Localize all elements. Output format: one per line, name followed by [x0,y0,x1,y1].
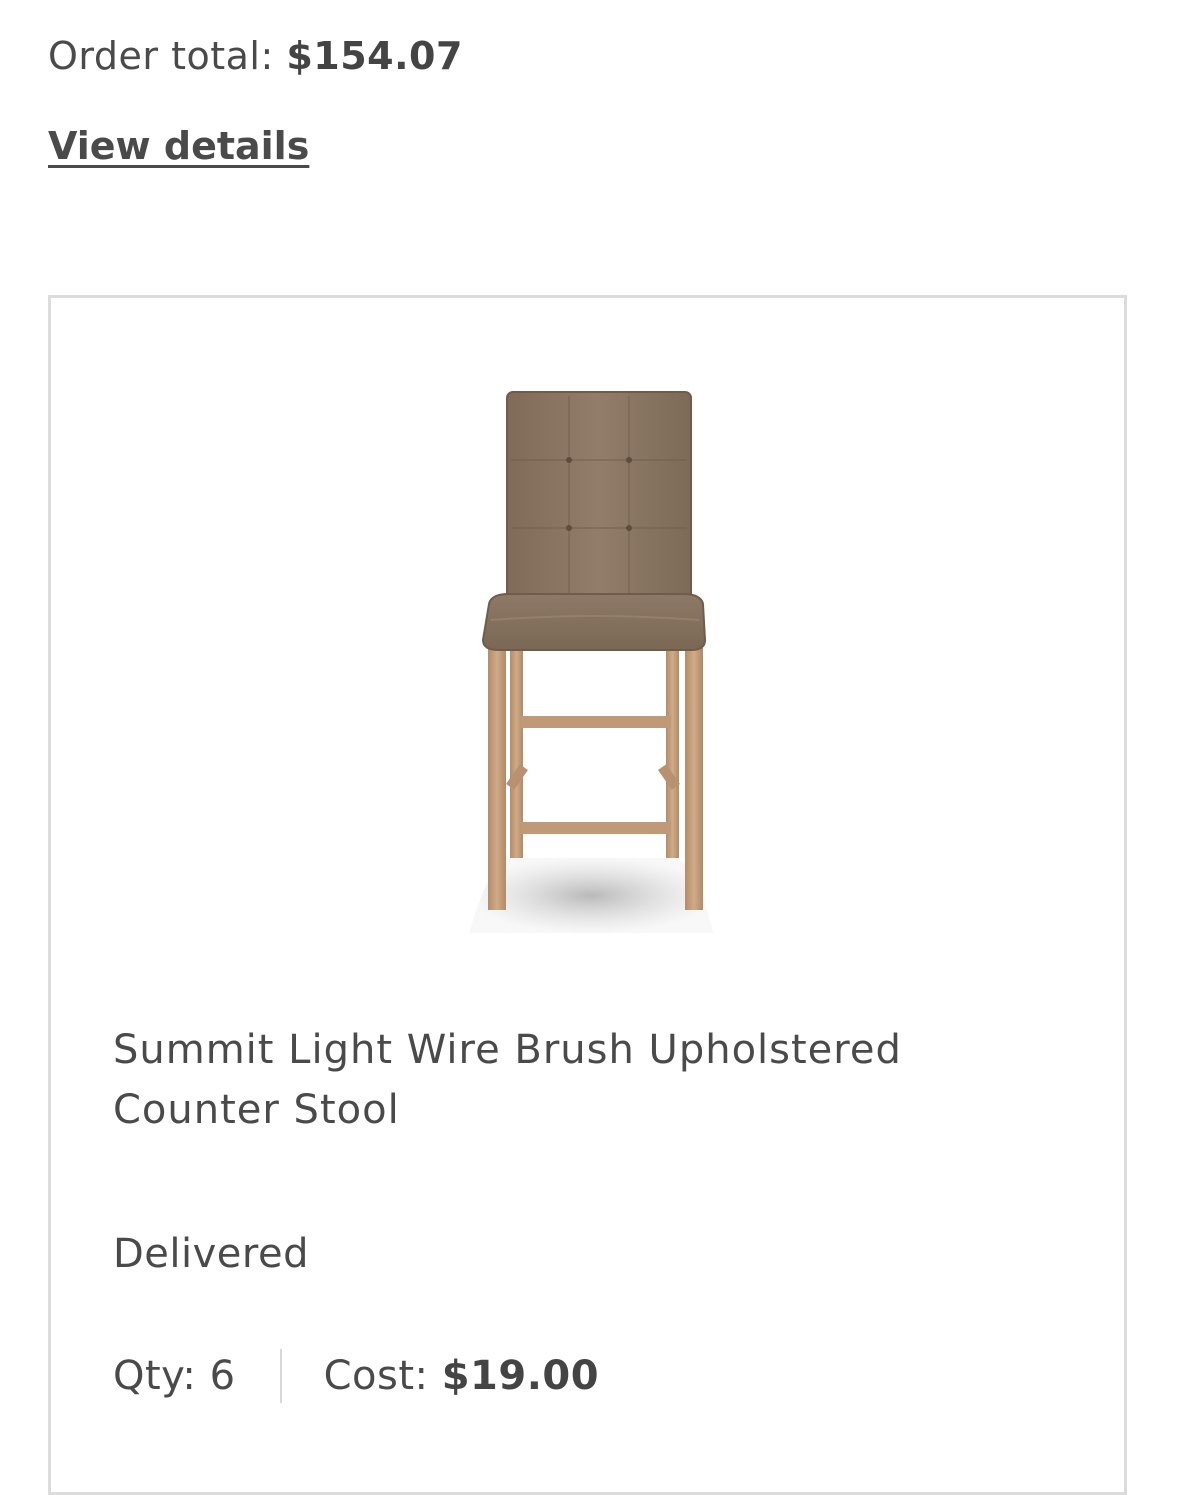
order-total: Order total: $154.07 [48,30,463,82]
item-meta-row: Qty: 6 Cost: $19.00 [113,1346,599,1406]
order-total-label: Order total: [48,34,274,78]
cost-value: $19.00 [441,1353,600,1399]
qty-value: 6 [209,1353,236,1399]
view-details-link[interactable]: View details [48,120,309,172]
meta-divider [279,1349,282,1403]
product-image [469,391,713,933]
order-item-card: Summit Light Wire Brush Upholstered Coun… [48,295,1127,1495]
order-total-amount: $154.07 [286,34,463,78]
product-name[interactable]: Summit Light Wire Brush Upholstered Coun… [113,1020,1013,1140]
cost-label: Cost: [323,1353,429,1399]
delivery-status: Delivered [113,1231,309,1277]
qty-label: Qty: [113,1353,197,1399]
